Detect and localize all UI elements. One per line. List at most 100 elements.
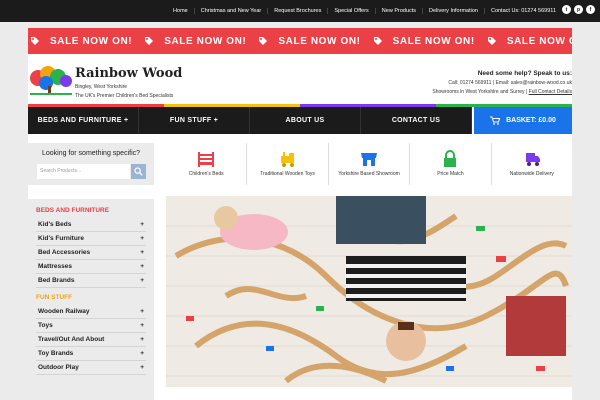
tag-icon: [145, 37, 154, 45]
nav-contact-us[interactable]: CONTACT US: [361, 107, 472, 134]
sidebar-item-kids-beds[interactable]: Kid's Beds +: [36, 218, 146, 232]
feature-label: Traditional Wooden Toys: [260, 171, 315, 177]
tag-icon: [259, 37, 268, 45]
sidebar-item-kids-furniture[interactable]: Kid's Furniture +: [36, 232, 146, 246]
sidebar-heading-beds: BEDS AND FURNITURE: [36, 207, 110, 214]
top-bar: Home Christmas and New Year Request Broc…: [0, 0, 600, 22]
nav-fun-stuff[interactable]: FUN STUFF +: [139, 107, 250, 134]
social-links: t p f: [562, 5, 595, 14]
top-nav-delivery[interactable]: Delivery Information: [422, 8, 484, 14]
brand-location: Bingley, West Yorkshire: [75, 84, 128, 90]
sale-text: SALE NOW ON!: [50, 35, 133, 47]
plus-icon[interactable]: +: [140, 263, 144, 270]
top-nav-home[interactable]: Home: [167, 8, 194, 14]
nav-about-us[interactable]: ABOUT US: [250, 107, 361, 134]
sidebar-item-toys[interactable]: Toys +: [36, 319, 146, 333]
sale-item: SALE NOW ON!: [487, 36, 572, 47]
feature-label: Price Match: [437, 171, 464, 177]
sidebar-item-label: Bed Accessories: [38, 249, 91, 256]
plus-icon[interactable]: +: [140, 221, 144, 228]
plus-icon[interactable]: +: [140, 336, 144, 343]
contact-phone-email: Call: 01274 569911 | Email: sales@rainbo…: [448, 80, 572, 86]
plus-icon[interactable]: +: [140, 235, 144, 242]
feature-label: Children's Beds: [188, 171, 224, 177]
search-prompt: Looking for something specific?: [41, 150, 141, 157]
lock-icon: [444, 150, 457, 167]
plus-icon[interactable]: +: [140, 277, 144, 284]
feature-childrens-beds[interactable]: Children's Beds: [166, 143, 248, 185]
sidebar-item-travel[interactable]: Travel/Out And About +: [36, 333, 146, 347]
feature-price-match[interactable]: Price Match: [410, 143, 492, 185]
logo-icon[interactable]: [28, 64, 74, 96]
sale-item: SALE NOW ON!: [258, 36, 360, 47]
sidebar-item-label: Outdoor Play: [38, 364, 79, 371]
sidebar-item-outdoor-play[interactable]: Outdoor Play +: [36, 361, 146, 375]
brand-name[interactable]: Rainbow Wood: [75, 66, 182, 81]
top-nav-contact[interactable]: Contact Us: 01274 569911: [483, 8, 562, 14]
sale-banner[interactable]: SALE NOW ON! SALE NOW ON! SALE NOW ON! S…: [28, 28, 572, 54]
search-input[interactable]: Search Products...: [37, 164, 130, 179]
sidebar-item-toy-brands[interactable]: Toy Brands +: [36, 347, 146, 361]
sidebar-item-label: Travel/Out And About: [38, 336, 105, 343]
sale-text: SALE NOW ON!: [506, 35, 572, 47]
showrooms-text: Showrooms in West Yorkshire and Surrey |: [432, 89, 528, 95]
sidebar-item-mattresses[interactable]: Mattresses +: [36, 260, 146, 274]
sidebar-heading-fun: FUN STUFF: [36, 294, 73, 301]
sale-item: SALE NOW ON!: [144, 36, 246, 47]
sidebar-item-bed-brands[interactable]: Bed Brands +: [36, 274, 146, 288]
feature-label: Yorkshire Based Showroom: [338, 171, 400, 177]
sidebar-item-label: Kid's Furniture: [38, 235, 84, 242]
hero-photo[interactable]: [166, 196, 572, 387]
sale-item: SALE NOW ON!: [30, 36, 132, 47]
full-contact-link[interactable]: Full Contact Details: [529, 89, 572, 95]
search-button[interactable]: [131, 164, 146, 179]
search-box: Looking for something specific? Search P…: [28, 143, 154, 185]
twitter-icon[interactable]: t: [562, 5, 571, 14]
nav-beds-furniture[interactable]: BEDS AND FURNITURE +: [28, 107, 139, 134]
feature-showroom[interactable]: Yorkshire Based Showroom: [329, 143, 411, 185]
top-nav-brochures[interactable]: Request Brochures: [267, 8, 327, 14]
feature-bar: Children's Beds Traditional Wooden Toys …: [166, 143, 572, 185]
sidebar-item-label: Wooden Railway: [38, 308, 90, 315]
tag-icon: [487, 37, 496, 45]
basket-button[interactable]: BASKET: £0.00: [474, 107, 572, 134]
bed-icon: [198, 152, 215, 167]
pinterest-icon[interactable]: p: [574, 5, 583, 14]
brand-tagline: The UK's Premier Children's Bed Speciali…: [75, 93, 174, 99]
feature-delivery[interactable]: Nationwide Delivery: [492, 143, 572, 185]
sidebar-item-label: Bed Brands: [38, 277, 75, 284]
plus-icon[interactable]: +: [140, 308, 144, 315]
sidebar-item-label: Toy Brands: [38, 350, 74, 357]
sidebar: BEDS AND FURNITURE Kid's Beds + Kid's Fur…: [28, 199, 154, 400]
sale-text: SALE NOW ON!: [392, 35, 475, 47]
top-nav-new-products[interactable]: New Products: [374, 8, 422, 14]
feature-label: Nationwide Delivery: [509, 171, 554, 177]
feature-wooden-toys[interactable]: Traditional Wooden Toys: [247, 143, 329, 185]
top-nav-offers[interactable]: Special Offers: [327, 8, 374, 14]
sidebar-item-bed-accessories[interactable]: Bed Accessories +: [36, 246, 146, 260]
plus-icon[interactable]: +: [140, 249, 144, 256]
sidebar-item-label: Mattresses: [38, 263, 72, 270]
showrooms-line: Showrooms in West Yorkshire and Surrey |…: [432, 89, 572, 95]
help-heading: Need some help? Speak to us:: [477, 70, 572, 77]
tag-icon: [31, 37, 39, 45]
facebook-icon[interactable]: f: [586, 5, 595, 14]
basket-label: BASKET: £0.00: [506, 117, 556, 124]
contact-info: Need some help? Speak to us: Call: 01274…: [432, 70, 572, 95]
shop-icon: [361, 153, 378, 166]
sidebar-item-wooden-railway[interactable]: Wooden Railway +: [36, 305, 146, 319]
page-container: SALE NOW ON! SALE NOW ON! SALE NOW ON! S…: [28, 28, 572, 400]
train-icon: [280, 152, 294, 167]
tag-icon: [373, 37, 382, 45]
search-icon: [134, 167, 143, 176]
truck-icon: [525, 153, 540, 166]
main-nav: BEDS AND FURNITURE + FUN STUFF + ABOUT U…: [28, 107, 472, 134]
plus-icon[interactable]: +: [140, 322, 144, 329]
top-nav: Home Christmas and New Year Request Broc…: [167, 0, 562, 22]
plus-icon[interactable]: +: [140, 364, 144, 371]
plus-icon[interactable]: +: [140, 350, 144, 357]
sale-text: SALE NOW ON!: [164, 35, 247, 47]
sidebar-item-label: Toys: [38, 322, 53, 329]
sale-item: SALE NOW ON!: [373, 36, 475, 47]
top-nav-christmas[interactable]: Christmas and New Year: [193, 8, 268, 14]
